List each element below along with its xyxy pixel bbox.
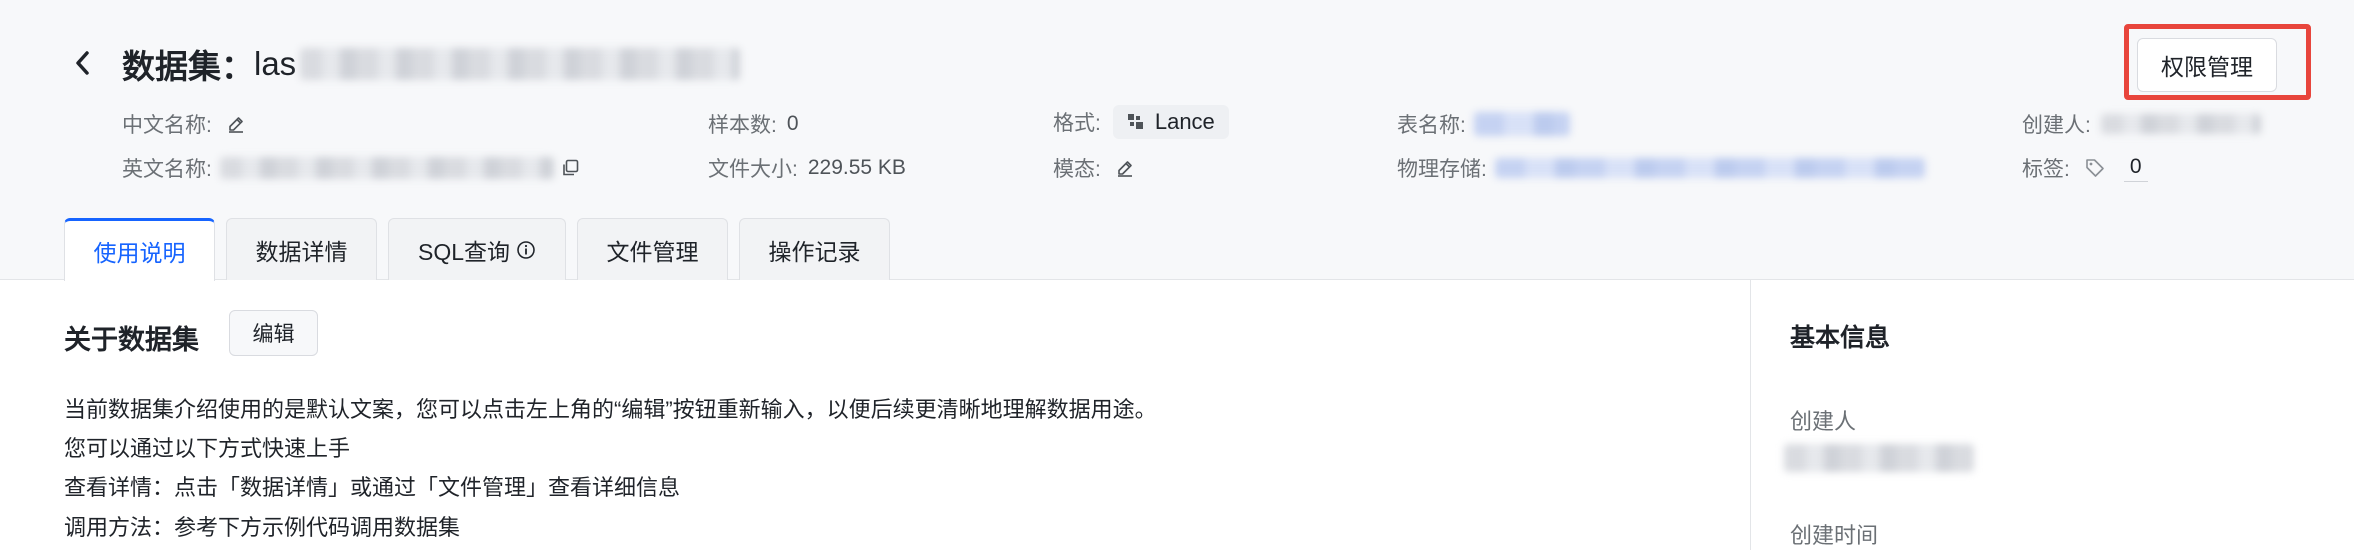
copy-icon[interactable] <box>560 158 580 178</box>
title-prefix: 数据集： <box>122 48 254 85</box>
storage-field: 物理存储: <box>1397 152 1925 184</box>
description-line: 查看详情：点击「数据详情」或通过「文件管理」查看详细信息 <box>64 475 681 500</box>
tab-usage[interactable]: 使用说明 <box>64 218 215 281</box>
filesize-label: 文件大小: <box>708 158 798 181</box>
format-tag: Lance <box>1112 105 1229 139</box>
cn-name-field: 中文名称: <box>122 108 246 140</box>
tags-label: 标签: <box>2022 158 2070 181</box>
edit-button[interactable]: 编辑 <box>229 310 318 356</box>
back-button[interactable] <box>66 46 100 80</box>
chevron-left-icon <box>76 51 89 75</box>
panel-divider <box>1750 280 1751 550</box>
tab-data-details[interactable]: 数据详情 <box>226 218 377 280</box>
filesize-field: 文件大小: 229.55 KB <box>708 152 906 184</box>
en-name-label: 英文名称: <box>122 158 212 181</box>
cn-name-label: 中文名称: <box>122 114 212 137</box>
tab-label: 操作记录 <box>768 238 861 265</box>
dataset-name: las <box>254 45 297 82</box>
page-title: 数据集： las <box>122 40 741 88</box>
tags-field: 标签: 0 <box>2022 152 2148 184</box>
description-line: 您可以通过以下方式快速上手 <box>64 436 351 461</box>
table-name-field: 表名称: <box>1397 108 1570 140</box>
tab-label: SQL查询 <box>417 238 511 265</box>
redacted-table-name <box>1473 112 1570 136</box>
modality-label: 模态: <box>1053 158 1101 181</box>
edit-icon[interactable] <box>226 114 246 134</box>
edit-icon[interactable] <box>1115 158 1135 178</box>
redacted-dataset-name <box>300 48 741 80</box>
tags-count[interactable]: 0 <box>2123 155 2148 182</box>
permission-management-button[interactable]: 权限管理 <box>2137 38 2277 92</box>
tag-icon[interactable] <box>2084 157 2106 179</box>
info-icon[interactable] <box>516 240 536 260</box>
filesize-value: 229.55 KB <box>807 156 906 179</box>
format-label: 格式: <box>1053 112 1101 135</box>
lance-logo-icon <box>1127 114 1143 129</box>
redacted-en-name <box>219 157 554 179</box>
tab-label: 文件管理 <box>606 238 699 265</box>
format-value: Lance <box>1154 109 1215 134</box>
tab-operation-log[interactable]: 操作记录 <box>739 218 890 280</box>
tab-bar: 使用说明 数据详情 SQL查询 文件管理 操作记录 <box>64 218 890 281</box>
creator-label: 创建人: <box>2022 114 2091 137</box>
about-title: 关于数据集 <box>64 325 199 355</box>
modality-field: 模态: <box>1053 152 1135 184</box>
storage-label: 物理存储: <box>1397 158 1487 181</box>
tab-label: 使用说明 <box>93 240 186 266</box>
basic-info-title: 基本信息 <box>1790 324 1891 352</box>
creator-label: 创建人 <box>1790 409 1857 434</box>
tab-label: 数据详情 <box>255 238 348 265</box>
samples-value: 0 <box>786 112 799 135</box>
creator-field: 创建人: <box>2022 108 2261 140</box>
table-name-label: 表名称: <box>1397 114 1466 137</box>
tab-file-management[interactable]: 文件管理 <box>577 218 728 280</box>
redacted-storage-path[interactable] <box>1494 158 1925 178</box>
format-field: 格式: Lance <box>1053 105 1229 139</box>
dataset-header: 数据集： las 权限管理 中文名称: 样本数: 0 格式: Lance 表名称… <box>0 0 2354 281</box>
en-name-field: 英文名称: <box>122 152 580 184</box>
description-line: 调用方法：参考下方示例代码调用数据集 <box>64 515 461 540</box>
description-line: 当前数据集介绍使用的是默认文案，您可以点击左上角的“编辑”按钮重新输入，以便后续… <box>64 397 1157 422</box>
created-time-label: 创建时间 <box>1790 523 1879 548</box>
redacted-creator <box>2100 114 2261 134</box>
redacted-creator-value <box>1784 444 1974 472</box>
samples-label: 样本数: <box>708 114 777 137</box>
samples-field: 样本数: 0 <box>708 108 799 140</box>
tab-sql-query[interactable]: SQL查询 <box>388 218 566 280</box>
